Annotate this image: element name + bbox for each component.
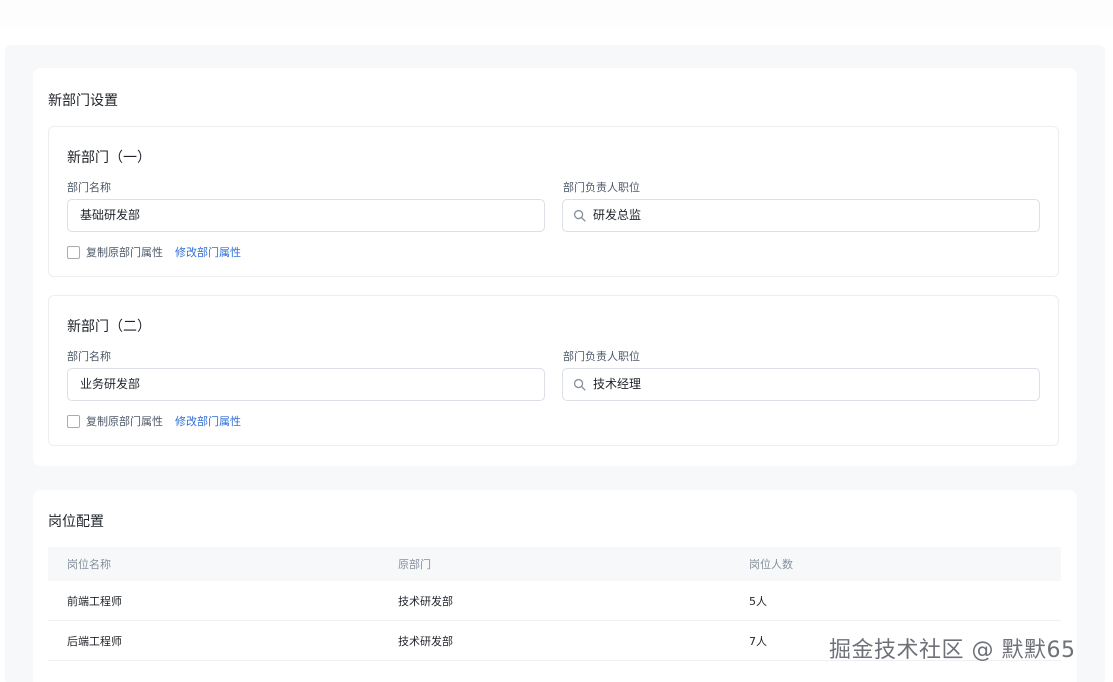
modify-attributes-link[interactable]: 修改部门属性 xyxy=(175,244,241,260)
department-card-2: 新部门（二） 部门名称 业务研发部 部门负责人职位 技术经理 复制原部门属性 修… xyxy=(48,295,1059,446)
cell-headcount: 5人 xyxy=(749,594,767,608)
department-name-label: 部门名称 xyxy=(67,350,111,363)
header-position-name: 岗位名称 xyxy=(67,558,111,571)
leader-position-label: 部门负责人职位 xyxy=(563,350,640,363)
modify-attributes-link[interactable]: 修改部门属性 xyxy=(175,413,241,429)
settings-title: 新部门设置 xyxy=(48,93,118,109)
cell-position-name: 前端工程师 xyxy=(67,594,122,608)
copy-attributes-row: 复制原部门属性 修改部门属性 xyxy=(67,413,241,429)
copy-attributes-checkbox[interactable] xyxy=(67,245,80,259)
copy-attributes-label[interactable]: 复制原部门属性 xyxy=(86,244,163,260)
watermark: 掘金技术社区 @ 默默65 xyxy=(829,638,1076,663)
top-bar xyxy=(0,0,1113,28)
leader-position-search-input[interactable]: 技术经理 xyxy=(562,368,1040,401)
cell-original-department: 技术研发部 xyxy=(398,594,453,608)
department-card-title: 新部门（二） xyxy=(67,319,151,335)
department-name-label: 部门名称 xyxy=(67,181,111,194)
department-card-1: 新部门（一） 部门名称 基础研发部 部门负责人职位 研发总监 复制原部门属性 修… xyxy=(48,126,1059,277)
new-department-settings-panel: 新部门设置 新部门（一） 部门名称 基础研发部 部门负责人职位 研发总监 复制原… xyxy=(33,68,1077,466)
search-icon xyxy=(573,209,586,222)
department-name-input[interactable]: 业务研发部 xyxy=(67,368,545,401)
department-card-title: 新部门（一） xyxy=(67,150,151,166)
positions-title: 岗位配置 xyxy=(48,514,104,530)
copy-attributes-row: 复制原部门属性 修改部门属性 xyxy=(67,244,241,260)
copy-attributes-label[interactable]: 复制原部门属性 xyxy=(86,413,163,429)
leader-position-value: 技术经理 xyxy=(593,377,642,391)
search-icon xyxy=(573,378,586,391)
header-headcount: 岗位人数 xyxy=(749,558,793,571)
copy-attributes-checkbox[interactable] xyxy=(67,414,80,428)
cell-position-name: 后端工程师 xyxy=(67,634,122,648)
leader-position-search-input[interactable]: 研发总监 xyxy=(562,199,1040,232)
table-row[interactable]: 前端工程师 技术研发部 5人 xyxy=(48,581,1061,621)
leader-position-value: 研发总监 xyxy=(593,208,642,222)
header-original-department: 原部门 xyxy=(398,558,431,571)
department-name-value: 基础研发部 xyxy=(80,208,141,222)
cell-original-department: 技术研发部 xyxy=(398,634,453,648)
table-header: 岗位名称 原部门 岗位人数 xyxy=(48,547,1061,581)
department-name-value: 业务研发部 xyxy=(80,377,141,391)
leader-position-label: 部门负责人职位 xyxy=(563,181,640,194)
department-name-input[interactable]: 基础研发部 xyxy=(67,199,545,232)
